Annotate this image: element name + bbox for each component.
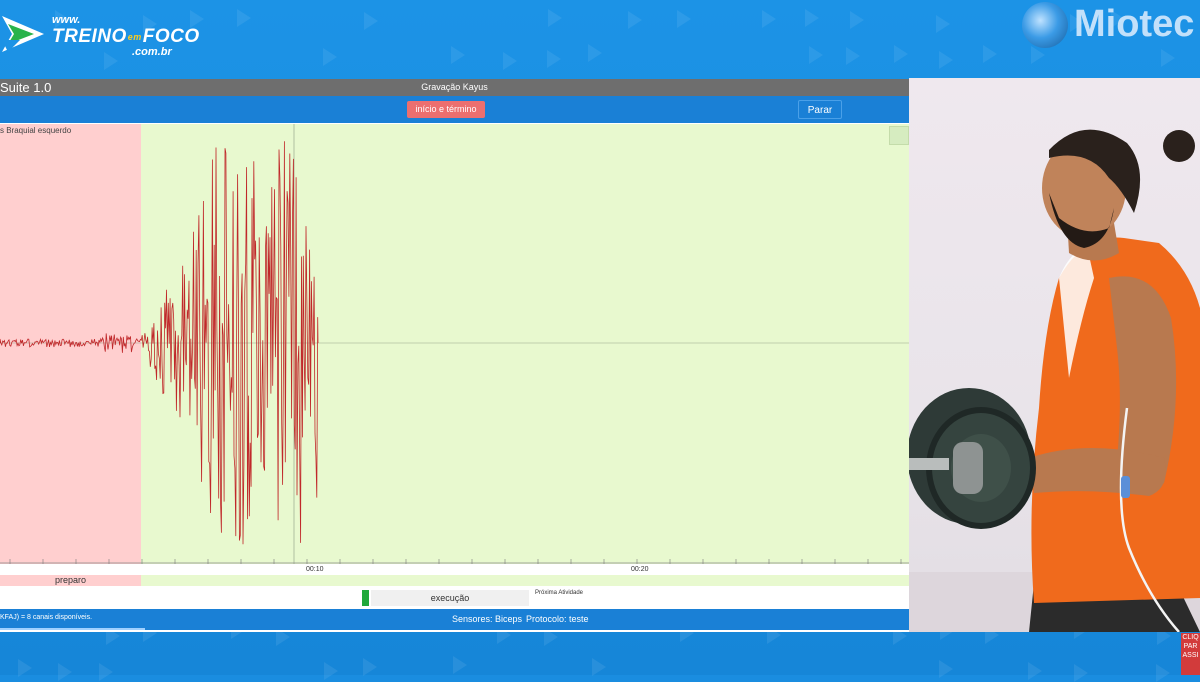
- pattern-triangle: [627, 11, 642, 30]
- pattern-triangle: [846, 46, 861, 65]
- pattern-triangle: [939, 660, 954, 679]
- recording-name: Gravação Kayus: [421, 82, 488, 92]
- channels-status: KFAJ) = 8 canais disponíveis.: [0, 614, 93, 621]
- pattern-triangle: [362, 658, 377, 677]
- pattern-triangle: [1074, 663, 1089, 682]
- phase-status-row: execução Próxima Atividade: [0, 587, 909, 607]
- subscribe-cta[interactable]: CLIQ PAR ASSI: [1181, 633, 1200, 675]
- pattern-triangle: [676, 10, 691, 29]
- pattern-triangle: [451, 46, 466, 65]
- pattern-triangle: [809, 46, 824, 65]
- play-arrow-icon: [2, 16, 44, 52]
- emg-app-window: Suite 1.0 Gravação Kayus início e términ…: [0, 79, 909, 632]
- start-end-button[interactable]: início e término: [407, 101, 485, 118]
- partner-name: Miotec: [1074, 3, 1195, 45]
- next-activity-label: Próxima Atividade: [535, 590, 584, 596]
- current-phase: execução: [371, 590, 529, 606]
- barbell-bar: [953, 442, 983, 494]
- globe-icon: [1022, 2, 1068, 48]
- pattern-triangle: [591, 658, 606, 677]
- brand-name-part2: FOCO: [142, 26, 200, 47]
- pattern-triangle: [849, 10, 864, 29]
- panel-toggle[interactable]: [889, 126, 909, 145]
- pattern-triangle: [805, 9, 820, 28]
- pattern-triangle: [99, 663, 114, 682]
- miotec-logo: Miotec: [1020, 0, 1200, 50]
- pattern-triangle: [894, 44, 909, 63]
- pattern-triangle: [936, 15, 951, 34]
- hair-bun: [1163, 130, 1195, 162]
- brand-www: www.: [52, 14, 81, 26]
- exec-indicator: [362, 590, 369, 606]
- emg-signal-plot: s Braquial esquerdo: [0, 124, 909, 564]
- emg-signal-graph: [0, 124, 909, 564]
- phase-exec-track: [141, 575, 909, 586]
- pattern-triangle: [452, 656, 467, 675]
- brand-name-em: em: [127, 32, 142, 42]
- forearm: [1029, 448, 1166, 496]
- title-bar: Suite 1.0 Gravação Kayus: [0, 79, 909, 96]
- status-bar: KFAJ) = 8 canais disponíveis. Sensores: …: [0, 609, 909, 630]
- protocol-status: Protocolo: teste: [526, 614, 589, 624]
- pattern-triangle: [982, 45, 997, 63]
- pattern-triangle: [938, 50, 953, 69]
- cta-line: PAR: [1183, 643, 1198, 650]
- time-tick-label: 00:10: [306, 566, 324, 573]
- time-tick-label: 00:20: [631, 566, 649, 573]
- pattern-triangle: [1156, 663, 1171, 682]
- treino-em-foco-logo: www. TREINO em FOCO .com.br: [0, 4, 200, 64]
- pattern-triangle: [587, 44, 602, 63]
- phase-prep: preparo: [0, 575, 141, 586]
- pattern-triangle: [323, 661, 338, 680]
- brand-name: TREINO em FOCO: [52, 26, 200, 48]
- progress-bar: [0, 628, 145, 630]
- brand-name-part1: TREINO: [52, 26, 127, 47]
- pattern-triangle: [1160, 49, 1175, 68]
- sensors-status: Sensores: Biceps: [452, 614, 523, 624]
- pattern-triangle: [547, 8, 562, 27]
- pattern-triangle: [1027, 662, 1042, 681]
- pattern-triangle: [546, 49, 561, 68]
- pattern-triangle: [363, 12, 378, 31]
- cta-line: ASSI: [1182, 652, 1199, 659]
- emg-sensor-icon: [1121, 476, 1130, 498]
- pattern-triangle: [236, 8, 251, 27]
- pattern-triangle: [502, 51, 517, 70]
- pattern-triangle: [57, 662, 72, 681]
- athlete-illustration: [909, 129, 1200, 632]
- pattern-triangle: [322, 47, 337, 66]
- toolbar: início e término Parar: [0, 96, 909, 123]
- pattern-triangle: [762, 9, 777, 28]
- channel-label: s Braquial esquerdo: [0, 126, 72, 135]
- cta-line: CLIQ: [1182, 634, 1199, 641]
- stop-button[interactable]: Parar: [798, 100, 842, 119]
- demo-video[interactable]: [909, 78, 1200, 632]
